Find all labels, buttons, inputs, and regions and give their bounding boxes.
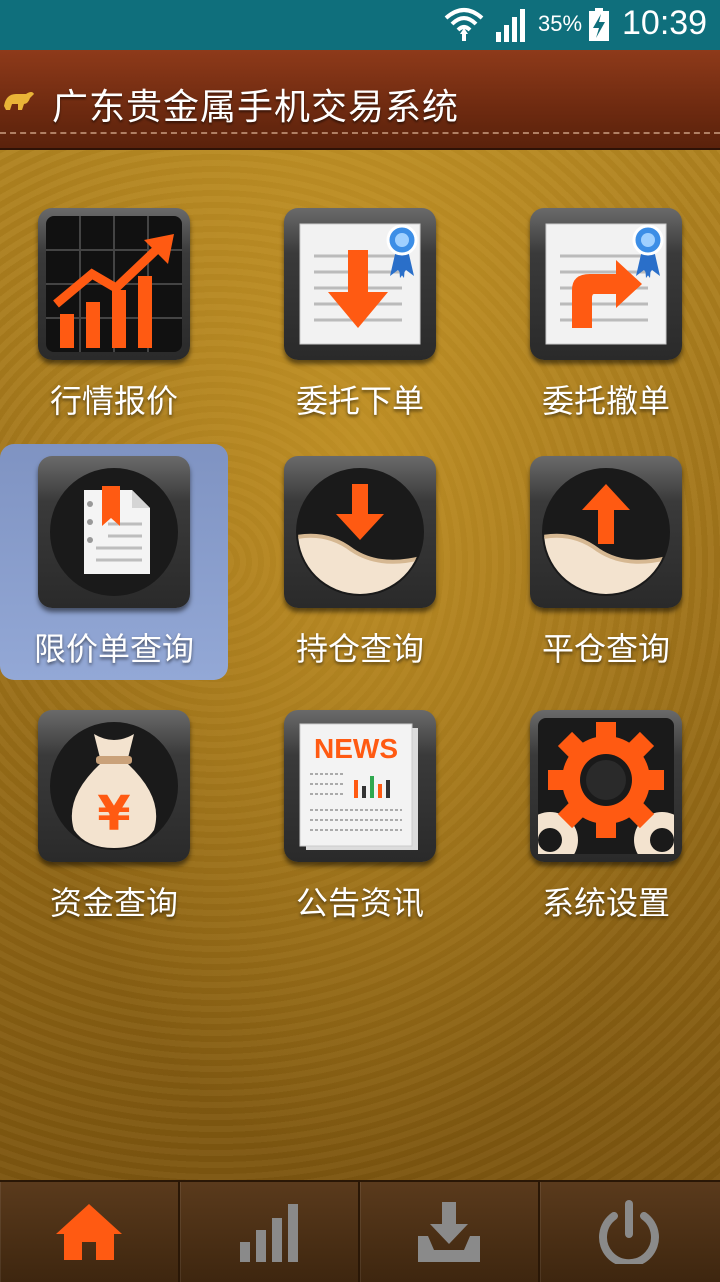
- bull-logo-icon: [4, 92, 34, 110]
- header-stitching: [0, 132, 720, 134]
- order-cancel-icon: [530, 208, 682, 360]
- page-title: 广东贵金属手机交易系统: [52, 87, 460, 128]
- position-query-icon: [284, 456, 436, 608]
- menu-item-funds-query[interactable]: ¥ 资金查询: [0, 698, 228, 934]
- nav-download[interactable]: [360, 1182, 540, 1282]
- menu-item-label: 持仓查询: [295, 630, 424, 668]
- signal-icon: [496, 9, 525, 42]
- limit-order-query-icon: [38, 456, 190, 608]
- money-symbol: ¥: [97, 786, 130, 842]
- status-bar: 35% 10:39: [0, 0, 720, 50]
- nav-chart[interactable]: [180, 1182, 360, 1282]
- clock: 10:39: [622, 4, 708, 42]
- menu-item-settings[interactable]: 系统设置: [492, 698, 720, 934]
- menu-item-label: 限价单查询: [33, 630, 194, 668]
- menu-item-market-quotes[interactable]: 行情报价: [0, 196, 228, 432]
- menu-item-limit-order-query[interactable]: 限价单查询: [0, 444, 228, 680]
- menu-item-label: 系统设置: [541, 884, 670, 922]
- market-chart-icon: [38, 208, 190, 360]
- nav-power[interactable]: [540, 1182, 718, 1282]
- battery-charging-icon: [589, 8, 609, 41]
- app-header: 广东贵金属手机交易系统: [0, 50, 720, 150]
- order-place-icon: [284, 208, 436, 360]
- wifi-icon: [444, 8, 484, 41]
- battery-percent: 35%: [538, 11, 583, 36]
- nav-home[interactable]: [0, 1182, 180, 1282]
- menu-item-label: 委托撤单: [541, 382, 670, 420]
- download-icon: [418, 1202, 480, 1262]
- settings-gear-icon: [530, 710, 682, 862]
- main-menu-area: 行情报价 委托下单 委托撤单 限价单查询 持仓查询 平仓查询 ¥ 资金查询 NE…: [0, 150, 720, 1180]
- power-icon: [599, 1200, 659, 1264]
- menu-item-label: 资金查询: [49, 884, 178, 922]
- home-icon: [56, 1204, 122, 1260]
- menu-item-label: 公告资讯: [295, 884, 424, 922]
- menu-item-place-order[interactable]: 委托下单: [246, 196, 474, 432]
- bottom-nav: [0, 1180, 720, 1282]
- bar-chart-icon: [240, 1204, 298, 1262]
- menu-item-label: 行情报价: [49, 382, 178, 420]
- menu-item-close-position-query[interactable]: 平仓查询: [492, 444, 720, 680]
- money-bag-icon: ¥: [38, 710, 190, 862]
- news-text: NEWS: [314, 733, 398, 764]
- close-position-query-icon: [530, 456, 682, 608]
- function-grid: 行情报价 委托下单 委托撤单 限价单查询 持仓查询 平仓查询 ¥ 资金查询 NE…: [0, 150, 720, 930]
- menu-item-cancel-order[interactable]: 委托撤单: [492, 196, 720, 432]
- news-icon: NEWS: [284, 710, 436, 862]
- menu-item-position-query[interactable]: 持仓查询: [246, 444, 474, 680]
- menu-item-news[interactable]: NEWS 公告资讯: [246, 698, 474, 934]
- menu-item-label: 委托下单: [295, 382, 424, 420]
- menu-item-label: 平仓查询: [541, 630, 670, 668]
